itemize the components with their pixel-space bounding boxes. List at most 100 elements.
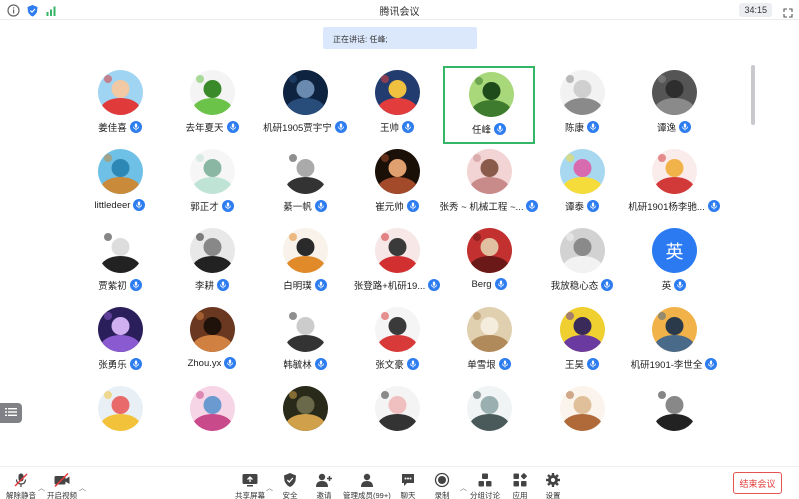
participant-tile[interactable]: 谭泰 xyxy=(536,145,628,223)
video-options-chevron-icon[interactable]: ︿ xyxy=(79,483,86,493)
microphone-icon xyxy=(129,279,142,291)
participant-name: 我放稳心态 xyxy=(550,281,599,292)
participant-tile[interactable]: Berg xyxy=(443,224,535,302)
participant-tile[interactable]: 李耕 xyxy=(166,224,258,302)
participant-tile[interactable]: 单雪垠 xyxy=(443,303,535,381)
participant-tile[interactable]: 姜佳喜 xyxy=(74,66,166,144)
participant-tile[interactable]: 贾紫初 xyxy=(74,224,166,302)
participant-tile-active-speaker[interactable]: 任峰 xyxy=(443,66,535,144)
participant-tile[interactable] xyxy=(74,382,166,460)
participant-name: 单雪垠 xyxy=(467,360,496,371)
participant-tile[interactable] xyxy=(259,382,351,460)
participant-tile[interactable] xyxy=(166,382,258,460)
avatar xyxy=(283,228,328,273)
avatar xyxy=(467,307,512,352)
avatar xyxy=(190,149,235,194)
avatar xyxy=(652,149,697,194)
participant-tile[interactable]: 王昊 xyxy=(536,303,628,381)
participant-tile[interactable]: 去年夏天 xyxy=(166,66,258,144)
avatar xyxy=(190,70,235,115)
participant-tile[interactable]: 机研1905贾宇宁 xyxy=(259,66,351,144)
participant-name: 机研1901-李世全 xyxy=(630,360,703,371)
participant-tile[interactable]: 张文豪 xyxy=(351,303,443,381)
participant-tile[interactable]: 崔元帅 xyxy=(351,145,443,223)
microphone-icon xyxy=(707,200,720,212)
record-button[interactable]: 录制 xyxy=(433,472,451,499)
participant-tile[interactable]: 韩毓林 xyxy=(259,303,351,381)
participant-tile[interactable]: 机研1901杨李驰... xyxy=(628,145,720,223)
microphone-icon xyxy=(705,358,718,370)
avatar xyxy=(375,149,420,194)
participant-tile[interactable]: 张勇乐 xyxy=(74,303,166,381)
share-options-chevron-icon[interactable]: ︿ xyxy=(266,483,273,493)
participant-tile[interactable] xyxy=(536,382,628,460)
participant-name-row: 机研1901-李世全 xyxy=(628,357,720,371)
avatar xyxy=(375,228,420,273)
participant-name: littledeer xyxy=(94,199,131,211)
apps-button[interactable]: 应用 xyxy=(511,472,529,499)
avatar xyxy=(467,386,512,431)
participant-name-row: 谭泰 xyxy=(536,199,628,213)
audio-options-chevron-icon[interactable]: ︿ xyxy=(38,483,45,493)
breakout-rooms-icon xyxy=(476,472,494,488)
avatar xyxy=(283,307,328,352)
participant-tile[interactable]: Zhou.yx xyxy=(166,303,258,381)
participant-tile[interactable]: 郭正才 xyxy=(166,145,258,223)
participant-name: 王昊 xyxy=(564,360,584,371)
record-options-chevron-icon[interactable]: ︿ xyxy=(460,483,467,493)
participant-tile[interactable]: 张秀 ~ 机械工程 ~... xyxy=(440,145,539,223)
meeting-timer: 34:15 xyxy=(739,3,772,17)
participant-tile[interactable]: littledeer xyxy=(74,145,166,223)
participant-tile[interactable] xyxy=(628,382,720,460)
participant-name: 陈康 xyxy=(564,123,584,134)
participant-name-row: 郭正才 xyxy=(166,199,258,213)
participant-name-row: 机研1901杨李驰... xyxy=(628,199,720,213)
participant-name: 李耕 xyxy=(194,281,214,292)
record-icon xyxy=(433,472,451,488)
chat-button[interactable]: 聊天 xyxy=(399,472,417,499)
participant-name: Zhou.yx xyxy=(187,357,222,369)
grid-scrollbar[interactable] xyxy=(751,65,755,125)
avatar xyxy=(375,70,420,115)
avatar xyxy=(190,307,235,352)
unmute-label: 解除静音 xyxy=(6,491,36,499)
participant-tile[interactable] xyxy=(443,382,535,460)
participant-name-row: 綦一帆 xyxy=(259,199,351,213)
participant-list-toggle[interactable] xyxy=(0,403,22,423)
participant-tile[interactable]: 王帅 xyxy=(351,66,443,144)
avatar xyxy=(98,386,143,431)
participant-tile[interactable]: 张登路+机研19... xyxy=(351,224,443,302)
participant-name: 去年夏天 xyxy=(185,123,224,134)
participant-tile[interactable]: 谭逸 xyxy=(628,66,720,144)
video-off-icon xyxy=(53,472,71,488)
fullscreen-icon[interactable] xyxy=(783,5,793,18)
security-button[interactable]: 安全 xyxy=(281,472,299,499)
participant-tile[interactable] xyxy=(351,382,443,460)
avatar xyxy=(375,386,420,431)
share-screen-icon xyxy=(241,472,259,488)
microphone-icon xyxy=(674,279,687,291)
participant-tile[interactable]: 机研1901-李世全 xyxy=(628,303,720,381)
share-screen-button[interactable]: 共享屏幕 xyxy=(235,472,265,499)
breakout-button[interactable]: 分组讨论 xyxy=(470,472,500,499)
avatar xyxy=(469,72,514,117)
unmute-button[interactable]: 解除静音 xyxy=(6,472,36,499)
end-meeting-button[interactable]: 结束会议 xyxy=(733,472,782,494)
microphone-icon xyxy=(221,200,234,212)
invite-button[interactable]: 邀请 xyxy=(315,472,333,499)
participant-tile[interactable]: 英英 xyxy=(628,224,720,302)
start-video-button[interactable]: 开启视频 xyxy=(47,472,77,499)
avatar xyxy=(98,70,143,115)
participant-tile[interactable]: 陈康 xyxy=(536,66,628,144)
participant-name: 崔元帅 xyxy=(375,202,404,213)
participant-name-row: 贾紫初 xyxy=(74,278,166,292)
manage-members-button[interactable]: 管理成员(99+) xyxy=(343,472,391,499)
participant-tile[interactable]: 白明璞 xyxy=(259,224,351,302)
participant-tile[interactable]: 我放稳心态 xyxy=(536,224,628,302)
participant-name-row: 机研1905贾宇宁 xyxy=(259,120,351,134)
participant-tile[interactable]: 綦一帆 xyxy=(259,145,351,223)
settings-button[interactable]: 设置 xyxy=(544,472,562,499)
microphone-icon xyxy=(314,358,327,370)
avatar xyxy=(283,70,328,115)
window-title: 腾讯会议 xyxy=(379,7,420,18)
